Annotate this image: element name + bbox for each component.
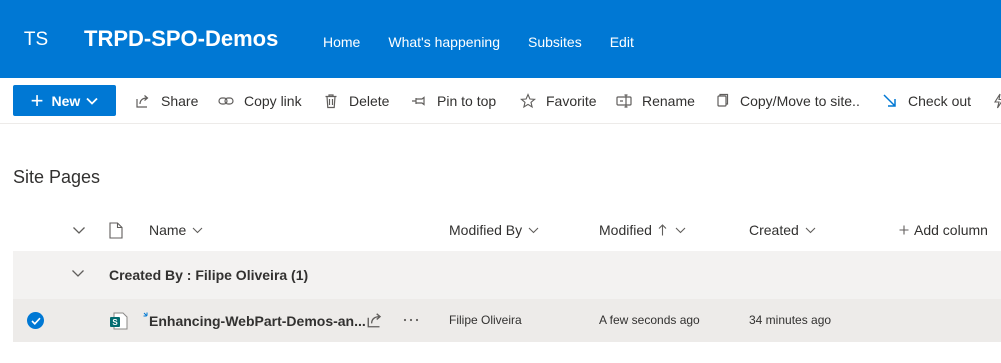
chevron-down-icon: [675, 227, 686, 234]
plus-icon: [899, 225, 909, 235]
site-title[interactable]: TRPD-SPO-Demos: [84, 26, 278, 52]
nav-edit[interactable]: Edit: [610, 34, 634, 50]
group-header: Created By : Filipe Oliveira (1): [13, 251, 1001, 299]
chevron-down-icon: [86, 97, 98, 105]
collapse-all-chevron[interactable]: [72, 221, 86, 239]
pin-to-top-command[interactable]: Pin to top: [410, 91, 496, 111]
modified-by-cell[interactable]: Filipe Oliveira: [449, 313, 522, 327]
site-logo[interactable]: TS: [14, 22, 58, 58]
copy-link-command[interactable]: Copy link: [217, 91, 302, 111]
column-header-name[interactable]: Name: [149, 221, 203, 239]
sharepoint-page-icon: S: [109, 311, 129, 331]
site-nav: Home What's happening Subsites Edit: [323, 34, 662, 50]
chevron-down-icon: [528, 227, 539, 234]
row-checkbox[interactable]: [27, 312, 44, 329]
copy-move-command[interactable]: Copy/Move to site..: [713, 91, 860, 111]
sort-ascending-icon: [658, 224, 667, 236]
check-out-command[interactable]: Check out: [881, 91, 971, 111]
site-header: TS TRPD-SPO-Demos Home What's happening …: [0, 0, 1001, 78]
checkmark-icon: [30, 317, 41, 325]
column-header-created[interactable]: Created: [749, 221, 816, 239]
page-title: Site Pages: [13, 167, 101, 187]
new-button-label: New: [51, 92, 81, 109]
column-header-modified-by[interactable]: Modified By: [449, 221, 539, 239]
check-out-icon: [881, 92, 899, 110]
file-type-column[interactable]: [109, 221, 123, 239]
svg-text:S: S: [112, 318, 118, 327]
created-cell: 34 minutes ago: [749, 313, 832, 327]
nav-whats-happening[interactable]: What's happening: [388, 34, 500, 50]
rename-icon: [615, 92, 633, 110]
share-icon[interactable]: [366, 311, 384, 329]
column-header-modified[interactable]: Modified: [599, 221, 686, 239]
overflow-command[interactable]: [990, 91, 1001, 111]
more-options-icon[interactable]: [401, 311, 421, 329]
chevron-down-icon: [72, 226, 86, 235]
group-label: Created By : Filipe Oliveira (1): [109, 267, 309, 283]
add-column-button[interactable]: Add column: [899, 221, 988, 239]
lightning-icon: [990, 92, 1001, 110]
link-icon: [217, 92, 235, 110]
rename-command[interactable]: Rename: [615, 91, 695, 111]
copy-icon: [713, 92, 731, 110]
share-command[interactable]: Share: [134, 91, 198, 111]
trash-icon: [322, 92, 340, 110]
plus-icon: +: [30, 87, 44, 113]
modified-cell: A few seconds ago: [599, 313, 700, 327]
file-name-link[interactable]: Enhancing-WebPart-Demos-an...: [149, 313, 366, 329]
new-button[interactable]: + New: [13, 85, 116, 116]
chevron-down-icon: [192, 227, 203, 234]
chevron-down-icon[interactable]: [71, 269, 85, 278]
document-icon: [109, 221, 123, 239]
table-row[interactable]: S Enhancing-WebPart-Demos-an... Filipe O…: [13, 299, 1001, 342]
star-icon: [519, 92, 537, 110]
command-bar: + New Share Copy link Delete Pin to top …: [0, 78, 1001, 124]
chevron-down-icon: [805, 227, 816, 234]
favorite-command[interactable]: Favorite: [519, 91, 597, 111]
nav-subsites[interactable]: Subsites: [528, 34, 582, 50]
nav-home[interactable]: Home: [323, 34, 360, 50]
delete-command[interactable]: Delete: [322, 91, 389, 111]
share-icon: [134, 92, 152, 110]
pin-icon: [410, 92, 428, 110]
